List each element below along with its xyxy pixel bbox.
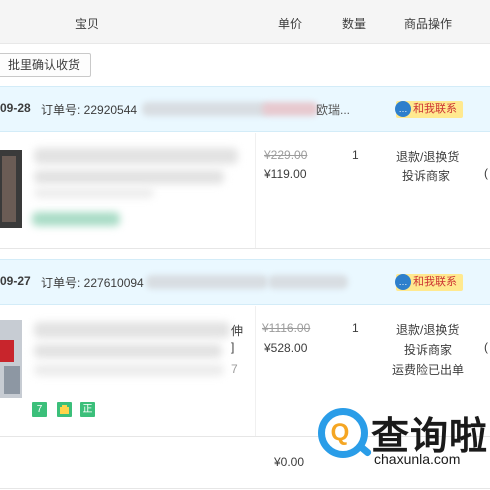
shop-name[interactable]: 欧瑞... xyxy=(316,101,350,118)
order-number: 订单号: 227610094 xyxy=(41,276,144,290)
original-price: ¥229.00 xyxy=(264,148,308,162)
contact-seller-button[interactable]: … 和我联系 xyxy=(395,274,463,291)
refund-link[interactable]: 退款/退换货 xyxy=(396,148,459,165)
redacted-shop-name xyxy=(268,275,348,289)
seven-day-return-badge: 7 xyxy=(32,402,47,417)
redacted-order-number xyxy=(142,102,268,116)
order-header: 09-27 订单号: 227610094 … 和我联系 xyxy=(0,259,490,305)
product-thumbnail-badge xyxy=(0,340,14,362)
right-edge-glyph: ( xyxy=(484,340,488,354)
chat-bubble-icon: … xyxy=(395,101,411,117)
extra-row-price: ¥0.00 xyxy=(274,455,305,469)
redacted-product-title-line2 xyxy=(34,170,224,184)
redacted-product-title-line2 xyxy=(34,344,222,358)
product-title-fragment: ] xyxy=(231,340,235,354)
chat-bubble-icon: … xyxy=(395,274,411,290)
product-title-fragment: 伸 xyxy=(231,324,244,338)
complain-link[interactable]: 投诉商家 xyxy=(402,167,450,184)
original-price: ¥1116.00 xyxy=(262,321,311,335)
refund-link[interactable]: 退款/退换货 xyxy=(396,321,459,338)
watermark-url: chaxunla.com xyxy=(374,451,461,467)
quantity: 1 xyxy=(352,148,359,162)
item-column-header: 宝贝 xyxy=(75,17,100,31)
bulk-confirm-receipt-button[interactable]: 批里确认收货 xyxy=(0,53,91,77)
order-date: 09-27 xyxy=(0,274,31,288)
order-header: 09-28 订单号: 22920544 欧瑞... … 和我联系 xyxy=(0,86,490,132)
quantity: 1 xyxy=(352,321,359,335)
contact-seller-label: 和我联系 xyxy=(413,276,457,288)
column-divider xyxy=(255,306,256,436)
column-divider xyxy=(255,133,256,248)
redacted-product-title xyxy=(34,322,230,338)
row-divider xyxy=(0,488,490,489)
watermark-magnifier-handle xyxy=(355,441,373,458)
paid-price: ¥528.00 xyxy=(264,341,308,355)
complain-link[interactable]: 投诉商家 xyxy=(404,341,452,358)
contact-seller-label: 和我联系 xyxy=(413,103,457,115)
order-date: 09-28 xyxy=(0,101,31,115)
redacted-product-spec xyxy=(34,188,154,198)
order-number: 订单号: 22920544 xyxy=(41,103,138,117)
delivery-guarantee-icon xyxy=(57,402,72,417)
product-spec-fragment: 7 xyxy=(231,362,238,376)
row-divider xyxy=(0,248,490,249)
redacted-shop-name xyxy=(262,102,318,116)
genuine-goods-badge: 正 xyxy=(80,402,95,417)
contact-seller-button[interactable]: … 和我联系 xyxy=(395,101,463,118)
operations-column-header: 商品操作 xyxy=(404,17,453,31)
redacted-service-tags xyxy=(32,212,120,226)
redacted-order-number xyxy=(146,275,268,289)
shipping-insurance-link[interactable]: 运费险已出单 xyxy=(392,361,464,378)
right-edge-glyph: ( xyxy=(484,166,488,180)
watermark-q-glyph: Q xyxy=(330,419,350,446)
price-column-header: 单价 xyxy=(278,17,303,31)
redacted-product-title xyxy=(34,148,238,164)
redacted-product-spec xyxy=(34,364,224,376)
product-thumbnail-detail xyxy=(4,366,20,394)
product-thumbnail-detail xyxy=(2,156,16,222)
quantity-column-header: 数量 xyxy=(342,17,367,31)
paid-price: ¥119.00 xyxy=(264,167,307,181)
table-header: 宝贝 单价 数量 商品操作 xyxy=(0,0,490,44)
